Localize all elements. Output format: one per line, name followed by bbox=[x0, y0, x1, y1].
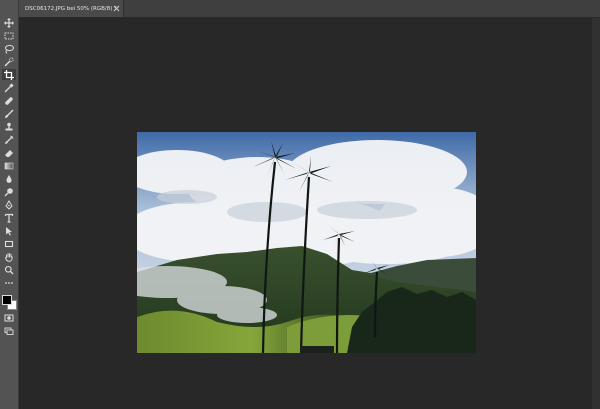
hand-tool[interactable] bbox=[2, 251, 16, 262]
eyedropper-tool[interactable] bbox=[2, 82, 16, 93]
tools-panel bbox=[0, 0, 19, 409]
rectangle-icon bbox=[4, 240, 14, 247]
drop-icon bbox=[6, 174, 12, 183]
eraser-icon bbox=[5, 149, 13, 157]
crop-tool[interactable] bbox=[2, 69, 16, 80]
move-icon bbox=[4, 17, 14, 28]
history-brush-tool[interactable] bbox=[2, 134, 16, 145]
screen-mode-tool[interactable] bbox=[2, 325, 16, 336]
eyedropper-icon bbox=[4, 82, 14, 92]
move-tool[interactable] bbox=[2, 17, 16, 28]
dodge-tool[interactable] bbox=[2, 186, 16, 197]
blur-tool[interactable] bbox=[2, 173, 16, 184]
quick-mask-icon bbox=[4, 314, 14, 321]
lasso-tool[interactable] bbox=[2, 43, 16, 54]
more-tools[interactable] bbox=[2, 277, 16, 288]
document-tab-title: DSC06172.JPG bei 50% (RGB/8) * bbox=[25, 5, 117, 12]
document-tab[interactable]: DSC06172.JPG bei 50% (RGB/8) * bbox=[19, 0, 124, 17]
panel-edge bbox=[592, 18, 600, 409]
document-tab-bar: DSC06172.JPG bei 50% (RGB/8) * bbox=[19, 0, 600, 18]
crop-icon bbox=[4, 69, 14, 80]
history-brush-icon bbox=[5, 135, 14, 144]
brush-icon bbox=[5, 109, 14, 118]
type-icon bbox=[4, 213, 14, 223]
close-icon[interactable] bbox=[113, 5, 120, 12]
lasso-icon bbox=[5, 44, 14, 54]
dodge-icon bbox=[4, 187, 13, 196]
quick-selection-icon bbox=[4, 56, 14, 66]
brush-tool[interactable] bbox=[2, 108, 16, 119]
hand-icon bbox=[4, 252, 13, 262]
landscape-photo bbox=[137, 132, 476, 353]
rectangular-marquee-icon bbox=[4, 32, 14, 39]
screen-mode-icon bbox=[4, 327, 14, 335]
magnifier-icon bbox=[4, 265, 14, 274]
stamp-icon bbox=[5, 122, 13, 130]
gradient-icon bbox=[4, 162, 14, 169]
arrow-icon bbox=[6, 226, 12, 235]
pen-tool[interactable] bbox=[2, 199, 16, 210]
quick-selection-tool[interactable] bbox=[2, 56, 16, 67]
marquee-tool[interactable] bbox=[2, 30, 16, 41]
foreground-color-swatch[interactable] bbox=[2, 295, 12, 305]
ellipsis-icon bbox=[5, 281, 13, 284]
pen-icon bbox=[5, 199, 13, 210]
band-aid-icon bbox=[5, 96, 13, 105]
quick-mask-tool[interactable] bbox=[2, 312, 16, 323]
document-canvas[interactable] bbox=[137, 132, 476, 353]
healing-brush-tool[interactable] bbox=[2, 95, 16, 106]
rectangle-tool[interactable] bbox=[2, 238, 16, 249]
clone-stamp-tool[interactable] bbox=[2, 121, 16, 132]
type-tool[interactable] bbox=[2, 212, 16, 223]
zoom-tool[interactable] bbox=[2, 264, 16, 275]
gradient-tool[interactable] bbox=[2, 160, 16, 171]
path-selection-tool[interactable] bbox=[2, 225, 16, 236]
eraser-tool[interactable] bbox=[2, 147, 16, 158]
